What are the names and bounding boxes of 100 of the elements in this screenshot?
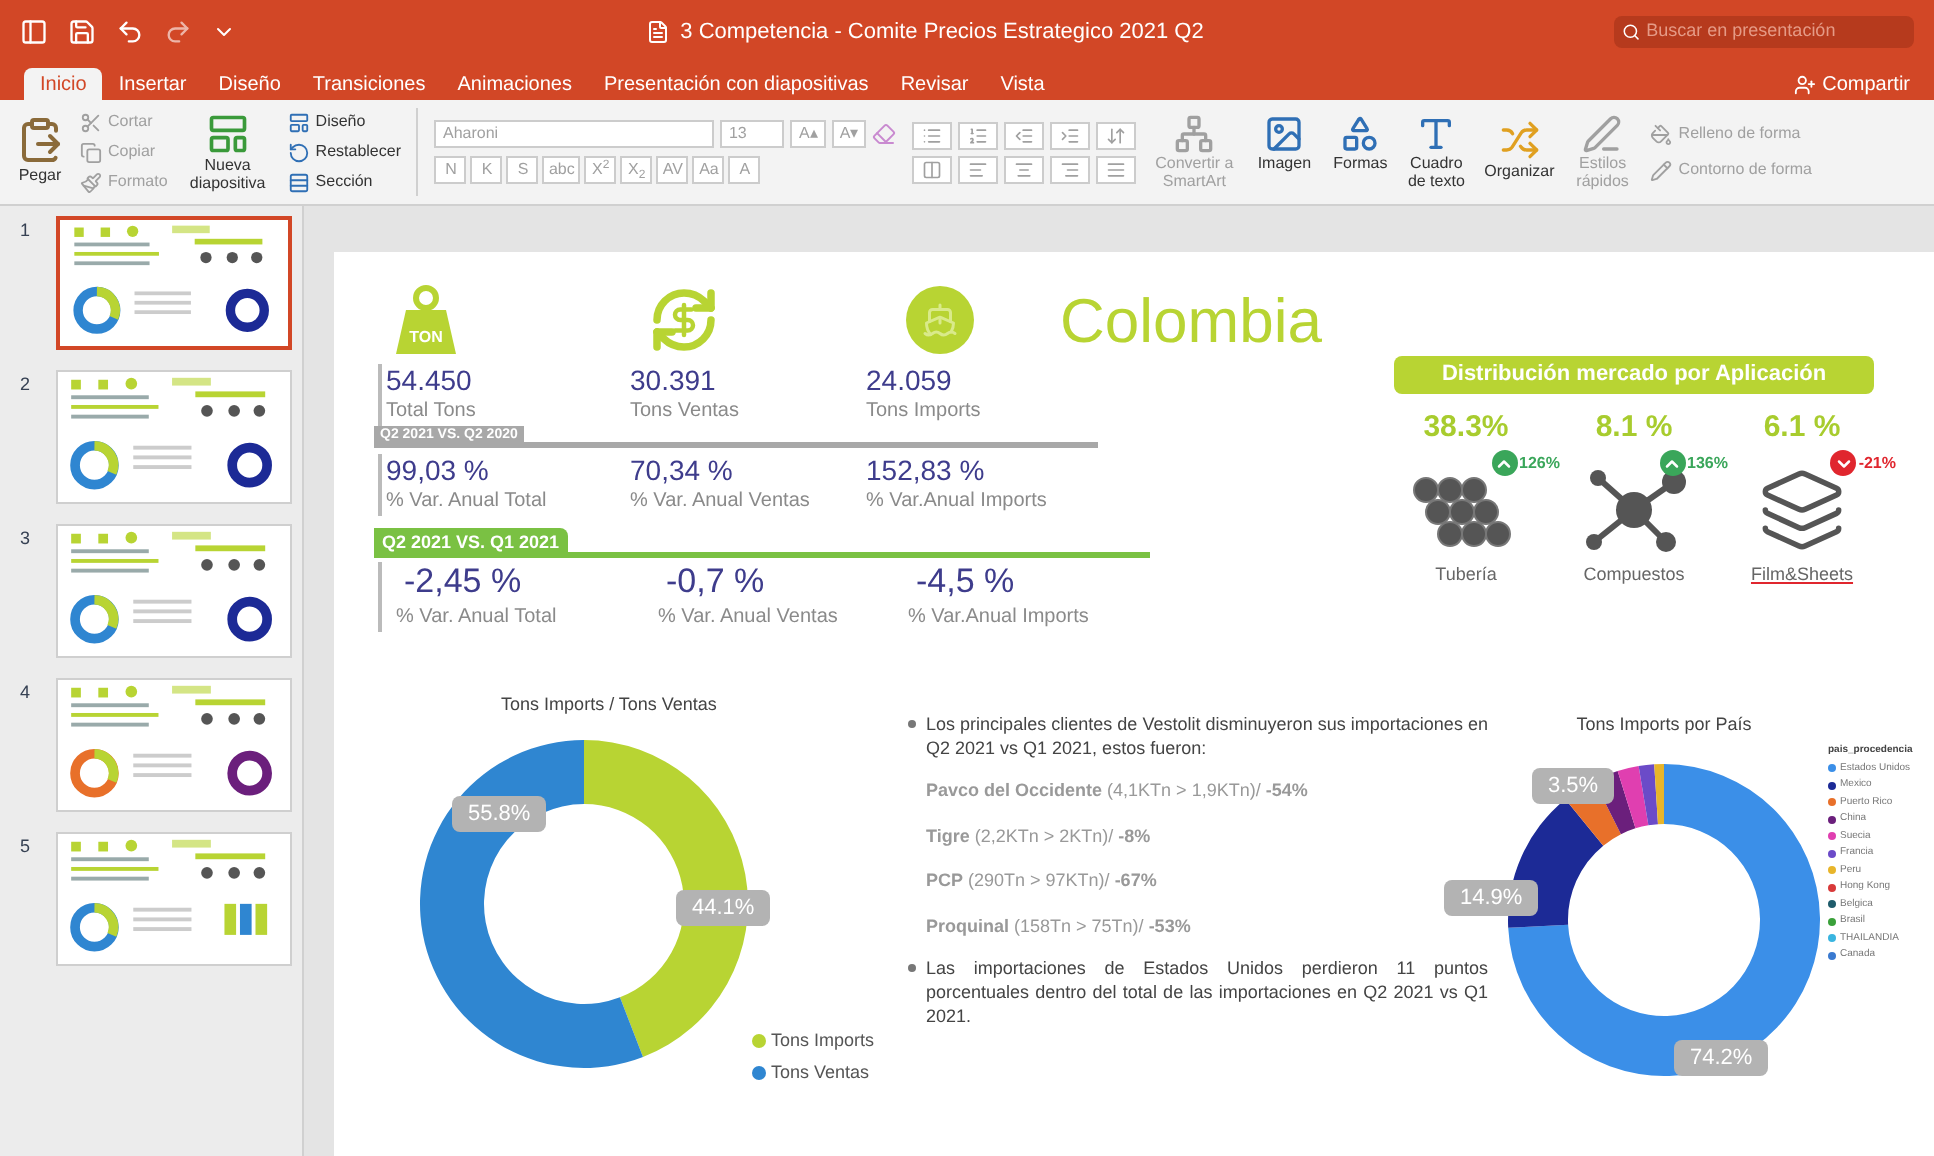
document-icon bbox=[646, 20, 671, 44]
font-size-button[interactable]: A▾ bbox=[831, 120, 867, 148]
insert-button[interactable]: Cuadro de texto bbox=[1404, 114, 1469, 190]
ribbon-tab[interactable]: Diseño bbox=[202, 68, 297, 100]
metric-value: 70,34 % bbox=[630, 453, 735, 485]
ribbon-tab[interactable]: Vista bbox=[984, 68, 1061, 100]
format-button[interactable]: S bbox=[506, 156, 539, 184]
pen-icon bbox=[1582, 114, 1623, 154]
chart-title: Tons Imports por País bbox=[1576, 712, 1752, 738]
paste-button[interactable]: Pegar bbox=[16, 116, 64, 188]
data-label: 44.1% bbox=[676, 889, 771, 926]
legend-label: Tons Imports bbox=[770, 1027, 874, 1054]
ribbon-tab[interactable]: Transiciones bbox=[296, 68, 442, 100]
change-value: 136% bbox=[1687, 451, 1728, 475]
eraser-icon[interactable] bbox=[872, 122, 897, 146]
ship-icon bbox=[904, 284, 976, 356]
format-button[interactable]: X$^{2}$ bbox=[584, 156, 617, 184]
arrange-button[interactable]: Organizar bbox=[1484, 120, 1555, 184]
insert-button[interactable]: Imagen bbox=[1252, 114, 1317, 190]
metric-label: % Var.Anual Imports bbox=[866, 487, 1049, 515]
slide-command[interactable]: Restablecer bbox=[287, 140, 401, 164]
search-field[interactable]: Buscar en presentación bbox=[1614, 16, 1914, 48]
metric-value: 54.450 bbox=[386, 364, 474, 396]
layers-icon bbox=[1758, 466, 1846, 554]
slide-number: 2 bbox=[20, 372, 33, 398]
clipboard-icon bbox=[16, 116, 64, 164]
command-icon bbox=[1340, 114, 1381, 154]
share-value: 38.3% bbox=[1423, 407, 1509, 447]
slide-number: 4 bbox=[20, 680, 33, 706]
ribbon-tab[interactable]: Inicio bbox=[24, 68, 103, 100]
paragraph-icon[interactable] bbox=[1096, 121, 1137, 149]
paragraph-icon[interactable] bbox=[1096, 155, 1137, 183]
undo-icon[interactable] bbox=[116, 18, 144, 46]
ribbon-tab[interactable]: Presentación con diapositivas bbox=[588, 68, 885, 100]
insert-button[interactable]: Formas bbox=[1328, 114, 1393, 190]
bullet-text: Las importaciones de Estados Unidos perdieron 11 puntos porcentuales dentro del total de las importaciones en Q2 2021 vs Q1 2021. bbox=[926, 956, 1488, 1028]
paragraph-icon[interactable] bbox=[912, 155, 953, 183]
metric-label: Tons Ventas bbox=[630, 398, 741, 426]
paragraph-icon[interactable] bbox=[1004, 121, 1045, 149]
application-label: Film&Sheets bbox=[1750, 562, 1854, 588]
metric-value: -4,5 % bbox=[914, 562, 1017, 602]
command-icon bbox=[1264, 114, 1305, 154]
client-line: Proquinal (158Tn > 75Tn)/ -53% bbox=[926, 913, 1193, 940]
format-button[interactable]: Aa bbox=[692, 156, 725, 184]
save-icon[interactable] bbox=[68, 18, 96, 46]
redo-icon[interactable] bbox=[164, 18, 192, 46]
metric-value: -2,45 % bbox=[402, 562, 524, 602]
command-icon bbox=[80, 141, 102, 163]
new-slide-button[interactable]: Nueva diapositiva bbox=[183, 112, 272, 192]
paragraph-icon[interactable] bbox=[1050, 155, 1091, 183]
paragraph-icon[interactable] bbox=[958, 155, 999, 183]
change-value: 126% bbox=[1519, 451, 1560, 475]
section-banner: Distribución mercado por Aplicación bbox=[1394, 356, 1874, 393]
command-icon bbox=[1650, 159, 1673, 181]
window-title: 3 Competencia - Comite Precios Estrategico 2021 Q2 bbox=[680, 17, 1204, 48]
paragraph-icon[interactable] bbox=[912, 121, 953, 149]
ribbon-tab[interactable]: Animaciones bbox=[441, 68, 588, 100]
money-cycle-icon bbox=[648, 284, 720, 356]
paragraph-icon[interactable] bbox=[1050, 121, 1091, 149]
paragraph-icon[interactable] bbox=[1004, 155, 1045, 183]
format-button[interactable]: AV bbox=[656, 156, 689, 184]
arrange-icon bbox=[1499, 120, 1540, 160]
slide-number: 3 bbox=[20, 526, 33, 552]
data-label: 14.9% bbox=[1444, 879, 1539, 916]
share-value: 8.1 % bbox=[1595, 407, 1673, 447]
slide-icon bbox=[205, 112, 250, 156]
chart-title: Tons Imports / Tons Ventas bbox=[501, 692, 717, 718]
client-line: Pavco del Occidente (4,1KTn > 1,9KTn)/ -54% bbox=[926, 778, 1310, 804]
slide-title: Colombia bbox=[1060, 288, 1322, 356]
ribbon-tab[interactable]: Insertar bbox=[102, 68, 203, 100]
slide-command[interactable]: Sección bbox=[287, 170, 401, 194]
paragraph-icon[interactable] bbox=[958, 121, 999, 149]
format-button[interactable]: X$_{2}$ bbox=[620, 156, 653, 184]
bullet-icon bbox=[908, 720, 916, 728]
format-button[interactable]: K bbox=[470, 156, 503, 184]
metric-label: % Var. Anual Ventas bbox=[630, 487, 812, 515]
data-label: 74.2% bbox=[1674, 1039, 1769, 1076]
search-icon bbox=[1622, 22, 1641, 42]
metric-label: Tons Imports bbox=[866, 398, 983, 426]
metric-label: % Var. Anual Total bbox=[386, 487, 549, 515]
client-line: Tigre (2,2KTn > 2KTn)/ -8% bbox=[926, 823, 1153, 850]
comparison-heading: Q2 2021 VS. Q1 2021 bbox=[374, 527, 568, 558]
metric-value: 30.391 bbox=[630, 364, 718, 396]
application-label: Compuestos bbox=[1583, 562, 1685, 588]
bullet-icon bbox=[908, 964, 916, 972]
application-label: Tubería bbox=[1435, 562, 1497, 588]
share-button[interactable]: Compartir bbox=[1794, 68, 1910, 100]
metric-label: % Var. Anual Ventas bbox=[658, 604, 840, 632]
data-label: 55.8% bbox=[452, 795, 547, 832]
font-size-button[interactable]: A▴ bbox=[790, 120, 826, 148]
format-button[interactable]: A bbox=[728, 156, 761, 184]
format-button[interactable]: N bbox=[434, 156, 467, 184]
metric-label: Total Tons bbox=[386, 398, 478, 426]
change-value: -21% bbox=[1858, 451, 1896, 475]
ribbon-tab[interactable]: Revisar bbox=[884, 68, 985, 100]
sidebar-icon[interactable] bbox=[20, 18, 48, 46]
format-button[interactable]: abc bbox=[542, 156, 581, 184]
command-icon bbox=[287, 111, 310, 133]
slide-command[interactable]: Diseño bbox=[287, 110, 401, 134]
command-icon bbox=[1650, 123, 1673, 145]
